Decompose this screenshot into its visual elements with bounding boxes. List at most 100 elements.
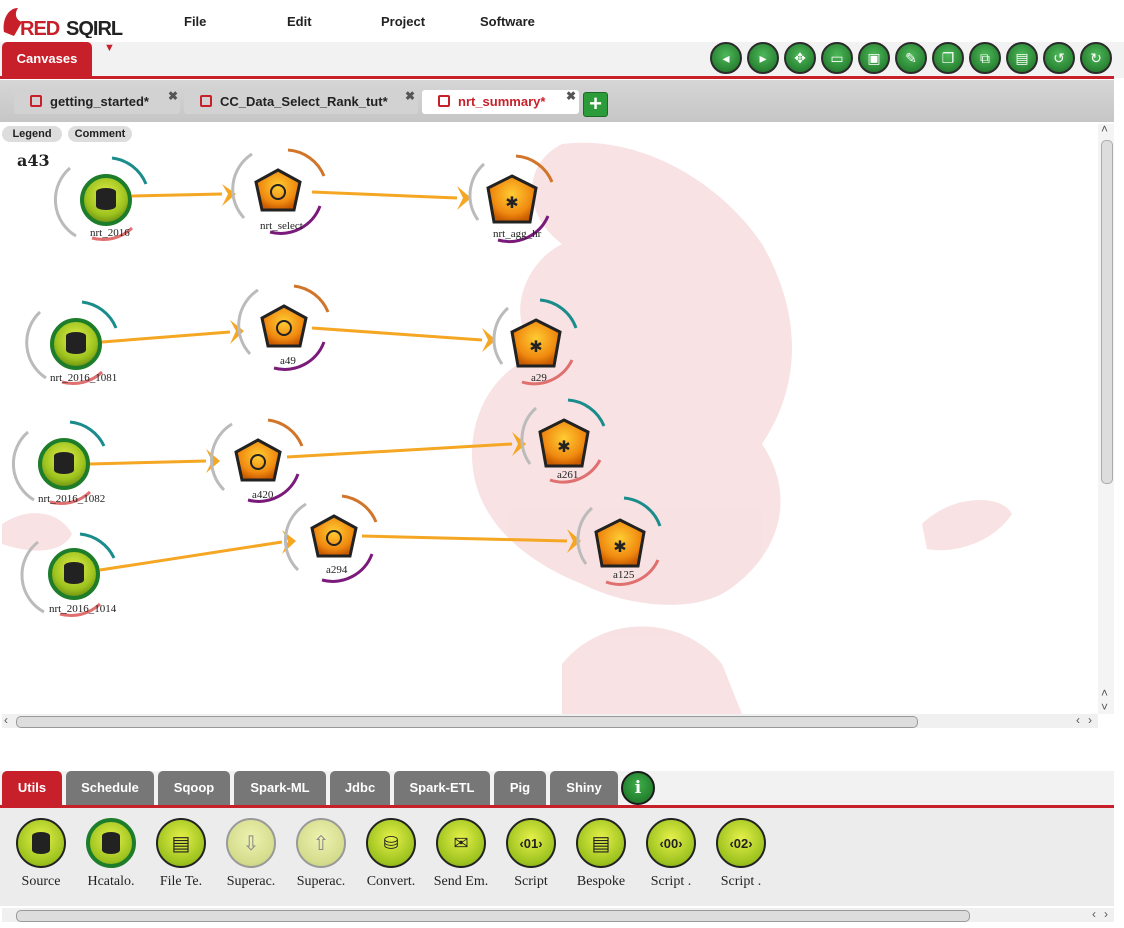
workflow-graph: ✱ ✱ ✱ ✱ — [11, 148, 662, 617]
scroll-thumb[interactable] — [1101, 140, 1113, 484]
convert-icon: ⛁ — [366, 818, 416, 868]
script-icon: ‹00› — [646, 818, 696, 868]
canvas-horizontal-scrollbar[interactable]: ‹ ‹ › — [2, 713, 1098, 728]
tab-spark-etl[interactable]: Spark-ETL — [394, 771, 490, 805]
scroll-left-icon[interactable]: ‹ — [1076, 713, 1080, 727]
palette-label: Script . — [720, 874, 762, 889]
palette-label: Superac. — [226, 874, 276, 889]
nav-left-icon[interactable]: ◂ — [710, 42, 742, 74]
link — [361, 534, 568, 543]
close-icon[interactable]: ✖ — [566, 84, 576, 108]
node-label[interactable]: nrt_select — [260, 220, 303, 232]
palette-label: Source — [21, 874, 61, 889]
canvases-tab[interactable]: Canvases — [2, 42, 92, 76]
tab-utils[interactable]: Utils — [2, 771, 62, 805]
script-icon: ‹01› — [506, 818, 556, 868]
database-icon — [16, 818, 66, 868]
canvas-vertical-scrollbar[interactable]: ˄ ˄ ˅ — [1098, 122, 1114, 714]
nav-right-icon[interactable]: ▸ — [747, 42, 779, 74]
duplicate-icon[interactable]: ⧉ — [969, 42, 1001, 74]
node-label[interactable]: a420 — [252, 489, 273, 501]
menu-project[interactable]: Project — [381, 14, 425, 29]
menu-file[interactable]: File — [184, 14, 206, 29]
node-label[interactable]: nrt_2016_1014 — [49, 603, 116, 615]
undo-icon[interactable]: ↺ — [1043, 42, 1075, 74]
open-folder-icon[interactable]: ▭ — [821, 42, 853, 74]
tab-getting-started[interactable]: getting_started* ✖ — [14, 89, 180, 114]
link — [89, 459, 207, 466]
tab-shiny[interactable]: Shiny — [550, 771, 618, 805]
palette-label: Script — [514, 874, 548, 889]
palette-item-source[interactable]: Source — [6, 818, 76, 890]
palette-item-script-0[interactable]: ‹00› Script . — [636, 818, 706, 890]
save-icon[interactable]: ▣ — [858, 42, 890, 74]
node-label[interactable]: a49 — [280, 355, 296, 367]
close-icon[interactable]: ✖ — [405, 84, 415, 108]
tab-pig[interactable]: Pig — [494, 771, 546, 805]
palette-item-send-email[interactable]: ✉ Send Em. — [426, 818, 496, 890]
info-icon[interactable]: i — [621, 771, 655, 805]
divider — [0, 76, 1114, 79]
scroll-up-icon[interactable]: ˄ — [1101, 122, 1108, 136]
svg-text:✱: ✱ — [505, 193, 518, 212]
scroll-left-icon[interactable]: ‹ — [4, 713, 8, 727]
paste-icon[interactable]: ▤ — [1006, 42, 1038, 74]
red-sqirl-logo: RED SQIRL — [3, 8, 124, 38]
node-label[interactable]: nrt_agg_hr — [493, 228, 541, 240]
svg-text:SQIRL: SQIRL — [66, 18, 123, 38]
scroll-right-icon[interactable]: › — [1104, 907, 1108, 921]
add-tab-button[interactable]: + — [583, 92, 608, 117]
tab-jdbc[interactable]: Jdbc — [330, 771, 390, 805]
palette-item-superaction-1[interactable]: ⇩ Superac. — [216, 818, 286, 890]
scroll-left-icon[interactable]: ‹ — [1092, 907, 1096, 921]
scroll-up-icon[interactable]: ˄ — [1101, 686, 1108, 700]
scroll-thumb[interactable] — [16, 716, 918, 728]
palette-item-hcatalog[interactable]: Hcatalo. — [76, 818, 146, 890]
palette-item-superaction-2[interactable]: ⇧ Superac. — [286, 818, 356, 890]
download-icon: ⇩ — [226, 818, 276, 868]
palette-horizontal-scrollbar[interactable]: ‹ › — [2, 907, 1114, 922]
canvases-dropdown-icon[interactable]: ▼ — [104, 42, 115, 54]
node-label[interactable]: a125 — [613, 569, 634, 581]
palette-label: Bespoke — [576, 874, 626, 889]
file-text-icon: ▤ — [156, 818, 206, 868]
canvas-toolbar: Canvases ▼ ◂ ▸ ✥ ▭ ▣ ✎ ❐ ⧉ ▤ ↺ ↻ — [0, 42, 1124, 79]
workflow-canvas[interactable]: Legend Comment a43 ✱ ✱ ✱ ✱ nrt_2016 nrt_… — [2, 124, 1098, 714]
node-label[interactable]: nrt_2016_1081 — [50, 372, 117, 384]
tab-sqoop[interactable]: Sqoop — [158, 771, 230, 805]
close-icon[interactable]: ✖ — [168, 84, 178, 108]
palette-item-file-text[interactable]: ▤ File Te. — [146, 818, 216, 890]
tab-label: getting_started* — [50, 94, 149, 109]
copy-icon[interactable]: ❐ — [932, 42, 964, 74]
scroll-right-icon[interactable]: › — [1088, 713, 1092, 727]
redo-icon[interactable]: ↻ — [1080, 42, 1112, 74]
node-label[interactable]: nrt_2016 — [90, 227, 130, 239]
menu-software[interactable]: Software — [480, 14, 535, 29]
save-as-icon[interactable]: ✎ — [895, 42, 927, 74]
palette-label: Convert. — [366, 874, 416, 889]
tab-cc-data-select[interactable]: CC_Data_Select_Rank_tut* ✖ — [184, 89, 418, 114]
tab-nrt-summary[interactable]: nrt_summary* ✖ — [422, 89, 579, 114]
svg-text:✱: ✱ — [529, 337, 542, 356]
palette-label: Script . — [650, 874, 692, 889]
tab-label: CC_Data_Select_Rank_tut* — [220, 94, 388, 109]
link — [311, 190, 458, 200]
palette-item-script-2[interactable]: ‹02› Script . — [706, 818, 776, 890]
node-label[interactable]: a29 — [531, 372, 547, 384]
database-icon — [86, 818, 136, 868]
link — [99, 540, 283, 572]
palette-item-script[interactable]: ‹01› Script — [496, 818, 566, 890]
node-label[interactable]: nrt_2016_1082 — [38, 493, 105, 505]
svg-text:✱: ✱ — [557, 437, 570, 456]
palette-item-convert[interactable]: ⛁ Convert. — [356, 818, 426, 890]
node-label[interactable]: a294 — [326, 564, 347, 576]
scroll-down-icon[interactable]: ˅ — [1101, 700, 1108, 714]
node-label[interactable]: a261 — [557, 469, 578, 481]
palette-label: Send Em. — [433, 874, 489, 889]
menu-edit[interactable]: Edit — [287, 14, 312, 29]
tab-spark-ml[interactable]: Spark-ML — [234, 771, 326, 805]
palette-item-bespoke[interactable]: ▤ Bespoke — [566, 818, 636, 890]
tab-schedule[interactable]: Schedule — [66, 771, 154, 805]
move-icon[interactable]: ✥ — [784, 42, 816, 74]
scroll-thumb[interactable] — [16, 910, 970, 922]
